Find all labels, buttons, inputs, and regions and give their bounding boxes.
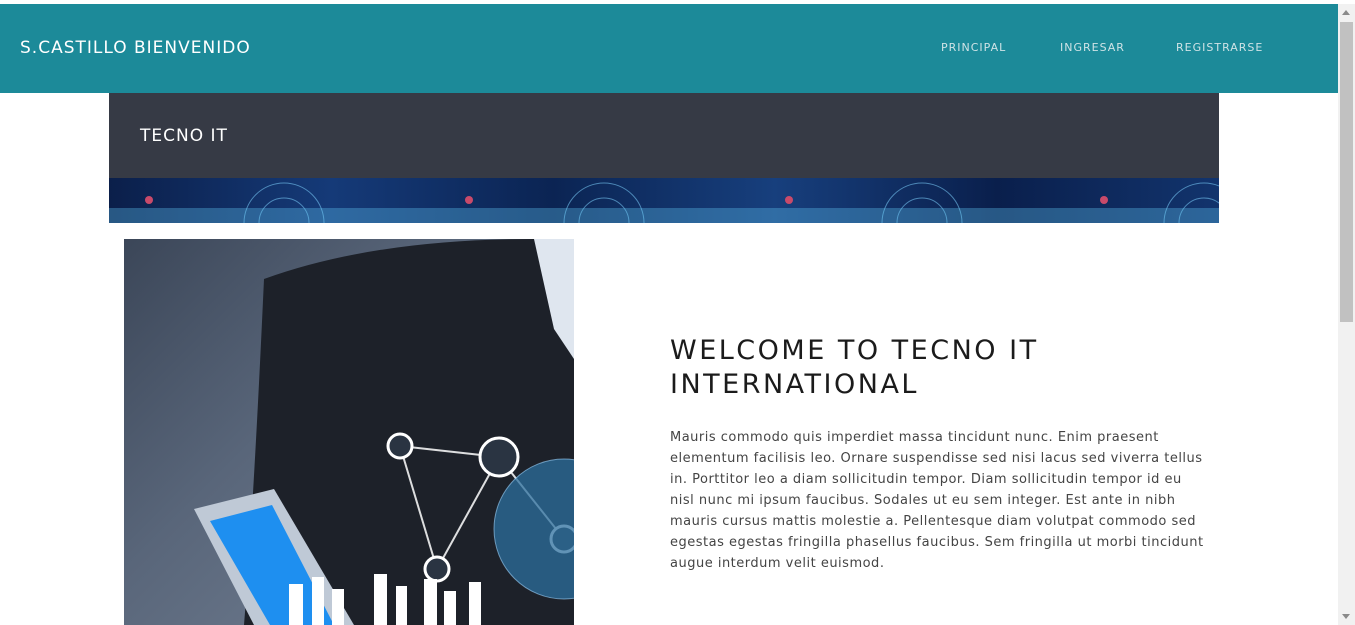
scroll-down-arrow-icon[interactable] xyxy=(1342,614,1350,619)
vertical-scrollbar[interactable] xyxy=(1338,4,1355,625)
intro-paragraph: Mauris commodo quis imperdiet massa tinc… xyxy=(670,430,1204,571)
welcome-heading: WELCOME TO TECNO IT INTERNATIONAL xyxy=(670,335,1039,400)
globe-pattern-image xyxy=(109,182,1219,223)
hero-image xyxy=(124,239,574,625)
nav-link-registrarse[interactable]: REGISTRARSE xyxy=(1176,41,1263,54)
nav-link-ingresar[interactable]: INGRESAR xyxy=(1060,41,1125,54)
header-title: TECNO IT xyxy=(140,126,228,146)
banner-image xyxy=(109,178,1219,223)
brand-title[interactable]: S.CASTILLO BIENVENIDO xyxy=(20,38,251,58)
header-band: TECNO IT xyxy=(109,93,1219,178)
scrollbar-thumb[interactable] xyxy=(1340,22,1353,322)
business-technology-image xyxy=(194,239,574,625)
nav-link-principal[interactable]: PRINCIPAL xyxy=(941,41,1006,54)
navbar: S.CASTILLO BIENVENIDO PRINCIPAL INGRESAR… xyxy=(0,4,1338,93)
scroll-up-arrow-icon[interactable] xyxy=(1342,10,1350,15)
